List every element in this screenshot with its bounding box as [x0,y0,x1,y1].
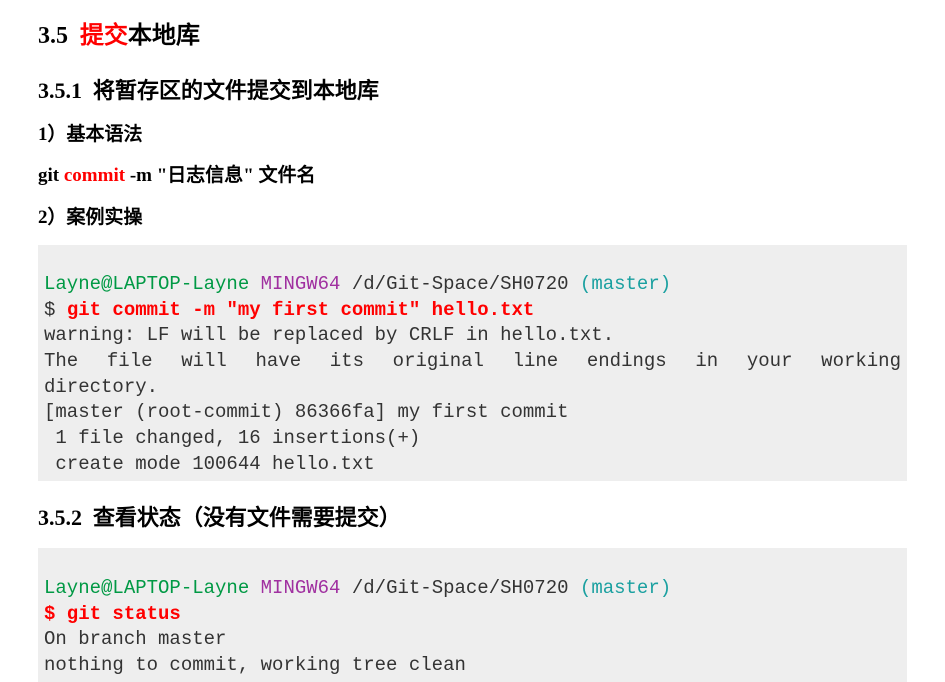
output-line: The file will have its original line end… [44,349,901,375]
prompt-system: MINGW64 [261,273,341,295]
prompt-branch: (master) [580,273,671,295]
heading-3-5-2: 3.5.2 查看状态（没有文件需要提交） [38,501,907,534]
prompt-path: /d/Git-Space/SH0720 [352,577,569,599]
output-line: [master (root-commit) 86366fa] my first … [44,401,569,423]
output-line: warning: LF will be replaced by CRLF in … [44,324,614,346]
syntax-keyword: commit [64,165,125,186]
prompt-branch: (master) [580,577,671,599]
heading-text: 将暂存区的文件提交到本地库 [93,78,379,103]
heading-3-5: 3.5 提交本地库 [38,18,907,54]
prompt-user: Layne@LAPTOP-Layne [44,577,249,599]
syntax-pre: git [38,165,64,186]
heading-number: 3.5.1 [38,78,82,103]
heading-number: 3.5.2 [38,505,82,530]
syntax-post: -m "日志信息" 文件名 [125,165,316,186]
command-text: $ git status [44,603,181,625]
prompt-system: MINGW64 [261,577,341,599]
syntax-line: git commit -m "日志信息" 文件名 [38,162,907,191]
heading-rest: 本地库 [128,23,200,49]
subheading-basic-syntax: 1）基本语法 [38,121,907,150]
prompt-user: Layne@LAPTOP-Layne [44,273,249,295]
output-line: 1 file changed, 16 insertions(+) [44,427,420,449]
terminal-block-2: Layne@LAPTOP-Layne MINGW64 /d/Git-Space/… [38,548,907,682]
document-page: 3.5 提交本地库 3.5.1 将暂存区的文件提交到本地库 1）基本语法 git… [0,0,945,656]
heading-text: 查看状态（没有文件需要提交） [93,505,401,530]
output-line: nothing to commit, working tree clean [44,654,466,676]
output-line: On branch master [44,628,226,650]
prompt-path: /d/Git-Space/SH0720 [352,273,569,295]
prompt-dollar: $ [44,299,67,321]
heading-number: 3.5 [38,23,68,49]
terminal-block-1: Layne@LAPTOP-Layne MINGW64 /d/Git-Space/… [38,245,907,482]
output-line: directory. [44,376,158,398]
output-line: create mode 100644 hello.txt [44,453,375,475]
heading-3-5-1: 3.5.1 将暂存区的文件提交到本地库 [38,74,907,107]
command-text: git commit -m "my first commit" hello.tx… [67,299,534,321]
subheading-example: 2）案例实操 [38,204,907,233]
heading-highlight: 提交 [80,23,128,49]
